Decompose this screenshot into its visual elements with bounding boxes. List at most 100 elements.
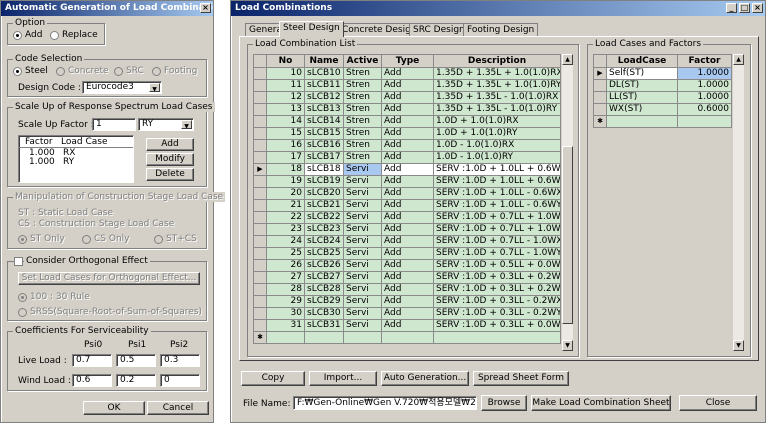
lcb-name-cell[interactable]: sLCB16: [304, 139, 344, 152]
footing-radio[interactable]: [152, 67, 161, 76]
chevron-down-icon[interactable]: ▼: [181, 120, 192, 130]
lcb-no-cell[interactable]: 22: [266, 211, 305, 224]
table-row[interactable]: 16 sLCB16 Stren Add 1.0D - 1.0(1.0)RX: [253, 139, 561, 152]
scale-case-select[interactable]: RY ▼: [138, 118, 194, 131]
col-loadcase[interactable]: LoadCase: [606, 54, 678, 68]
src-radio[interactable]: [114, 67, 123, 76]
cs-only-radio[interactable]: [82, 235, 91, 244]
table-row[interactable]: 23 sLCB23 Servi Add SERV :1.0D + 0.7LL + 1.0…: [253, 223, 561, 236]
wind-psi1-input[interactable]: 0.2: [116, 374, 156, 387]
table-row[interactable]: 25 sLCB25 Servi Add SERV :1.0D + 0.7LL - 1.0…: [253, 247, 561, 260]
lcb-active-cell[interactable]: Stren: [343, 139, 382, 152]
col-factor[interactable]: Factor: [677, 54, 732, 68]
lcb-name-cell[interactable]: sLCB17: [304, 151, 344, 164]
tab-src-design[interactable]: SRC Design: [409, 23, 469, 36]
lcb-description-cell[interactable]: SERV :1.0D + 1.0LL + 0.6WY: [433, 175, 561, 188]
lcb-no-cell[interactable]: 20: [266, 187, 305, 200]
lcb-no-cell[interactable]: 19: [266, 175, 305, 188]
lcb-active-cell[interactable]: Servi: [343, 175, 382, 188]
add-button[interactable]: Add: [146, 138, 194, 151]
lcb-description-cell[interactable]: SERV :1.0D + 0.5LL + 0.0WL: [433, 259, 561, 272]
lcb-no-cell[interactable]: 17: [266, 151, 305, 164]
scroll-down-icon[interactable]: ▼: [562, 340, 573, 351]
lcb-active-cell[interactable]: Stren: [343, 151, 382, 164]
wind-psi0-input[interactable]: 0.6: [72, 374, 112, 387]
row-header[interactable]: [253, 295, 267, 308]
lcb-type-cell[interactable]: Add: [381, 295, 434, 308]
lcb-description-cell[interactable]: SERV :1.0D + 1.0LL - 0.6WY: [433, 199, 561, 212]
lcb-description-cell[interactable]: SERV :1.0D + 0.7LL - 1.0WX: [433, 235, 561, 248]
factor-cell[interactable]: 1.0000: [677, 91, 732, 104]
maximize-icon[interactable]: □: [739, 3, 750, 13]
table-row[interactable]: 14 sLCB14 Stren Add 1.0D + 1.0(1.0)RX: [253, 115, 561, 128]
table-row[interactable]: 26 sLCB26 Servi Add SERV :1.0D + 0.5LL + 0.0…: [253, 259, 561, 272]
row-header[interactable]: [253, 199, 267, 212]
row-header[interactable]: [253, 271, 267, 284]
lcb-active-cell[interactable]: Servi: [343, 307, 382, 320]
ok-button[interactable]: OK: [83, 401, 145, 415]
lcb-name-cell[interactable]: sLCB24: [304, 235, 344, 248]
lcb-type-cell[interactable]: Add: [381, 127, 434, 140]
set-orthogonal-button[interactable]: Set Load Cases for Orthogonal Effect...: [18, 272, 200, 285]
lcb-description-cell[interactable]: 1.35D + 1.35L - 1.0(1.0)RX: [433, 91, 561, 104]
lcb-description-cell[interactable]: 1.0D + 1.0(1.0)RX: [433, 115, 561, 128]
lc-table-scrollbar[interactable]: ▲ ▼: [561, 54, 573, 351]
lcb-name-cell[interactable]: sLCB15: [304, 127, 344, 140]
lcb-active-cell[interactable]: Stren: [343, 67, 382, 80]
lcb-no-cell[interactable]: 14: [266, 115, 305, 128]
lcf-table-scrollbar[interactable]: ▲ ▼: [732, 54, 744, 351]
lcb-name-cell[interactable]: sLCB30: [304, 307, 344, 320]
lcb-active-cell[interactable]: Servi: [343, 187, 382, 200]
lcb-name-cell[interactable]: sLCB29: [304, 295, 344, 308]
lcb-type-cell[interactable]: Add: [381, 247, 434, 260]
lcb-name-cell[interactable]: sLCB10: [304, 67, 344, 80]
row-header[interactable]: [253, 223, 267, 236]
table-row[interactable]: WX(ST) 0.6000: [593, 103, 732, 116]
table-row[interactable]: 12 sLCB12 Stren Add 1.35D + 1.35L - 1.0(1.0)…: [253, 91, 561, 104]
lcb-name-cell[interactable]: sLCB20: [304, 187, 344, 200]
lcb-type-cell[interactable]: Add: [381, 115, 434, 128]
lcb-active-cell[interactable]: Stren: [343, 103, 382, 116]
lcb-name-cell[interactable]: sLCB12: [304, 91, 344, 104]
scale-factor-input[interactable]: 1: [92, 118, 136, 131]
scroll-thumb[interactable]: [562, 146, 573, 324]
row-header[interactable]: [253, 259, 267, 272]
col-type[interactable]: Type: [381, 54, 434, 68]
lcb-no-cell[interactable]: 15: [266, 127, 305, 140]
new-row[interactable]: ✱: [593, 115, 732, 128]
lcb-description-cell[interactable]: 1.0D + 1.0(1.0)RY: [433, 127, 561, 140]
lcb-no-cell[interactable]: 30: [266, 307, 305, 320]
row-header[interactable]: [253, 307, 267, 320]
lcb-name-cell[interactable]: sLCB27: [304, 271, 344, 284]
lcb-type-cell[interactable]: Add: [381, 235, 434, 248]
scale-case-list[interactable]: Factor Load Case 1.000 RX 1.000 RY: [18, 135, 134, 183]
lcb-active-cell[interactable]: Servi: [343, 211, 382, 224]
lcb-description-cell[interactable]: 1.35D + 1.35L + 1.0(1.0)RY: [433, 79, 561, 92]
lcb-name-cell[interactable]: sLCB18: [304, 163, 344, 176]
lcb-name-cell[interactable]: sLCB11: [304, 79, 344, 92]
factor-cell[interactable]: 0.6000: [677, 103, 732, 116]
st-cs-radio[interactable]: [154, 235, 163, 244]
table-row[interactable]: 30 sLCB30 Servi Add SERV :1.0D + 0.3LL - 0.2…: [253, 307, 561, 320]
lcb-active-cell[interactable]: Servi: [343, 247, 382, 260]
lcb-active-cell[interactable]: Stren: [343, 91, 382, 104]
lcb-active-cell[interactable]: Servi: [343, 283, 382, 296]
row-header[interactable]: [253, 247, 267, 260]
new-row[interactable]: ✱: [253, 331, 561, 344]
lcb-description-cell[interactable]: SERV :1.0D + 0.7LL - 1.0WY: [433, 247, 561, 260]
col-name[interactable]: Name: [304, 54, 344, 68]
lcb-description-cell[interactable]: 1.35D + 1.35L - 1.0(1.0)RY: [433, 103, 561, 116]
lcb-no-cell[interactable]: 21: [266, 199, 305, 212]
wind-psi2-input[interactable]: 0: [160, 374, 200, 387]
lcb-type-cell[interactable]: Add: [381, 79, 434, 92]
lcb-no-cell[interactable]: 10: [266, 67, 305, 80]
replace-radio[interactable]: [50, 31, 59, 40]
factor-cell[interactable]: 1.0000: [677, 79, 732, 92]
table-row[interactable]: ▶ 18 sLCB18 Servi Add SERV :1.0D + 1.0LL + 0.…: [253, 163, 561, 176]
lcb-active-cell[interactable]: Servi: [343, 235, 382, 248]
scroll-down-icon[interactable]: ▼: [733, 340, 744, 351]
row-header[interactable]: [253, 103, 267, 116]
load-combination-table[interactable]: No Name Active Type Description 10 sLCB10…: [253, 54, 561, 344]
loadcase-cell[interactable]: LL(ST): [606, 91, 678, 104]
row-header[interactable]: [253, 115, 267, 128]
